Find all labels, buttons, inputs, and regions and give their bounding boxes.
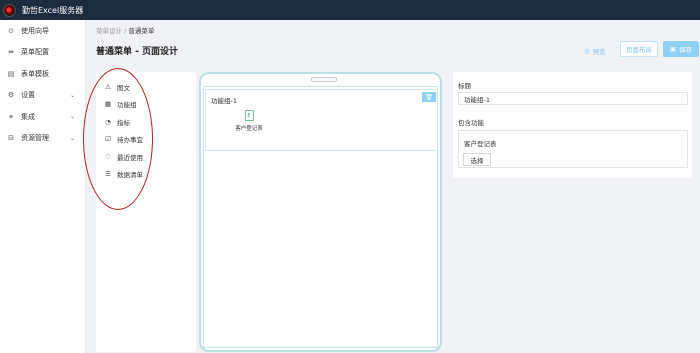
title-input[interactable]: 功能组-1 — [458, 92, 688, 105]
save-label: 保存 — [679, 46, 693, 54]
palette-item-label: 最近使用 — [117, 153, 143, 162]
page-title: 普通菜单 - 页面设计 — [96, 47, 179, 57]
chevron-down-icon: ⌄ — [69, 91, 75, 99]
preview-label: 预览 — [592, 48, 606, 56]
component-palette: ⚠ 图文 ▦ 功能组 ◔ 指标 ☑ 待办事宜 ♡ 最近使用 ☰ 数据清单 — [83, 68, 196, 352]
properties-panel: 标题 功能组-1 包含功能 客户登记表 选择 — [453, 72, 692, 178]
menu-config-icon: ⇎ — [8, 48, 14, 57]
palette-item-label: 图文 — [117, 83, 130, 92]
phone-preview-frame: 功能组-1 🗑 E 客户登记表 — [199, 72, 442, 352]
sidebar-item-label: 设置 — [21, 91, 35, 100]
sidebar-item-label: 使用向导 — [21, 26, 49, 35]
functions-label: 包含功能 — [458, 119, 484, 127]
breadcrumb: 菜单设计 / 普通菜单 — [96, 25, 154, 35]
chevron-down-icon: ⌄ — [69, 134, 75, 142]
sidebar: ⊙ 使用向导 ⇎ 菜单配置 ▤ 表单模板 ⚙ 设置 ⌄ ⚭ 集成 ⌄ ⊟ 资源管… — [0, 20, 86, 353]
page-layout-button[interactable]: 页面布局 — [620, 41, 658, 57]
chevron-down-icon: ⌄ — [69, 113, 75, 121]
form-template-icon: ▤ — [7, 69, 15, 78]
sidebar-item-guide[interactable]: ⊙ 使用向导 — [0, 20, 85, 42]
palette-item-label: 数据清单 — [117, 171, 143, 180]
list-icon: ☰ — [105, 170, 111, 179]
sidebar-item-resources[interactable]: ⊟ 资源管理 ⌄ — [0, 128, 85, 150]
palette-item-label: 指标 — [117, 118, 130, 127]
sidebar-item-label: 表单模板 — [21, 69, 49, 78]
top-bar: 勤哲Excel服务器 — [0, 0, 700, 20]
title-label: 标题 — [458, 82, 471, 90]
function-entry[interactable]: E 客户登记表 — [229, 110, 269, 132]
save-button[interactable]: ▣ 保存 — [663, 41, 699, 57]
phone-screen: 功能组-1 🗑 E 客户登记表 — [203, 86, 438, 348]
gear-icon: ⚙ — [7, 91, 15, 100]
palette-item-label: 待办事宜 — [117, 136, 143, 145]
breadcrumb-current: 普通菜单 — [128, 27, 155, 35]
guide-icon: ⊙ — [8, 26, 14, 35]
sidebar-item-label: 菜单配置 — [21, 48, 49, 57]
palette-item-function-group[interactable]: ▦ 功能组 — [96, 96, 196, 114]
app-logo — [3, 3, 16, 17]
resource-icon: ⊟ — [8, 134, 14, 143]
preview-button[interactable]: ◎ 预览 — [584, 45, 606, 57]
sidebar-item-settings[interactable]: ⚙ 设置 ⌄ — [0, 85, 85, 107]
functions-value: 客户登记表 — [464, 140, 497, 148]
function-group-title: 功能组-1 — [211, 97, 237, 105]
palette-item-data-list[interactable]: ☰ 数据清单 — [96, 166, 196, 184]
function-group-card[interactable]: 功能组-1 🗑 E 客户登记表 — [205, 89, 438, 151]
eye-icon: ◎ — [584, 47, 590, 55]
heart-icon: ♡ — [105, 152, 111, 161]
phone-speaker — [311, 77, 337, 82]
select-button[interactable]: 选择 — [463, 153, 491, 166]
pie-chart-icon: ◔ — [105, 117, 111, 126]
breadcrumb-parent[interactable]: 菜单设计 — [96, 27, 122, 35]
document-icon: E — [244, 110, 254, 121]
sidebar-item-label: 集成 — [21, 112, 35, 121]
palette-item-label: 功能组 — [117, 101, 137, 110]
link-icon: ⚭ — [8, 112, 14, 121]
function-entry-label: 客户登记表 — [235, 126, 263, 132]
palette-item-recent[interactable]: ♡ 最近使用 — [96, 148, 196, 166]
functions-box: 客户登记表 选择 — [458, 130, 688, 168]
trash-icon[interactable]: 🗑 — [422, 92, 436, 102]
sidebar-item-form-templates[interactable]: ▤ 表单模板 — [0, 63, 85, 85]
main-area: 菜单设计 / 普通菜单 普通菜单 - 页面设计 ◎ 预览 页面布局 ▣ 保存 ⚠… — [83, 20, 700, 353]
palette-item-graphic[interactable]: ⚠ 图文 — [96, 78, 196, 96]
breadcrumb-separator: / — [124, 27, 127, 35]
grid-icon: ▦ — [104, 100, 112, 109]
app-title: 勤哲Excel服务器 — [22, 5, 84, 15]
palette-item-todo[interactable]: ☑ 待办事宜 — [96, 131, 196, 149]
sidebar-item-label: 资源管理 — [21, 134, 49, 143]
save-icon: ▣ — [669, 45, 677, 53]
sidebar-item-menu-config[interactable]: ⇎ 菜单配置 — [0, 42, 85, 64]
checkbox-icon: ☑ — [105, 135, 111, 144]
sidebar-item-integration[interactable]: ⚭ 集成 ⌄ — [0, 106, 85, 128]
palette-item-indicator[interactable]: ◔ 指标 — [96, 113, 196, 131]
graphic-icon: ⚠ — [105, 82, 111, 91]
